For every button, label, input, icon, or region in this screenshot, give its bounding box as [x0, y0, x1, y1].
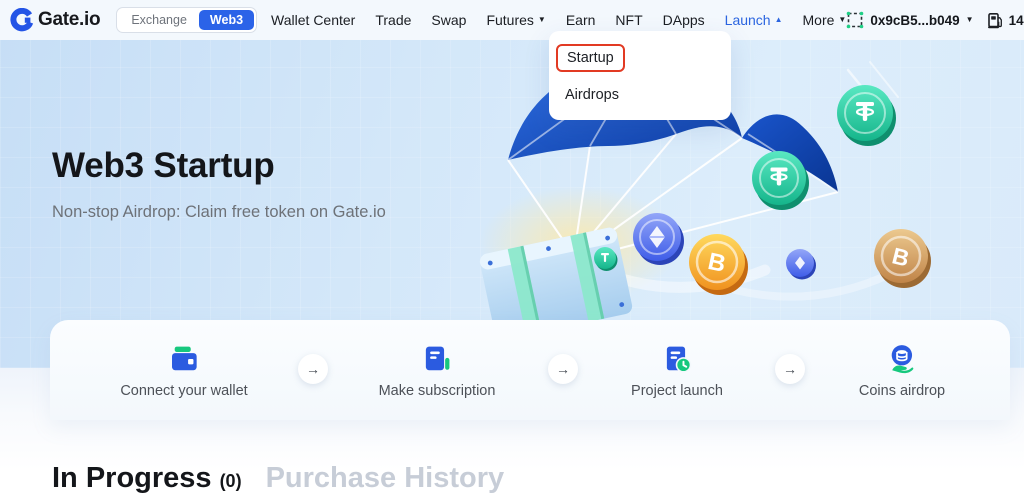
coins-airdrop-icon: [887, 344, 917, 374]
exchange-web3-toggle: Exchange Web3: [116, 7, 257, 33]
logo-text: Gate.io: [38, 9, 100, 31]
caret-down-icon: ▼: [966, 16, 974, 24]
in-progress-count: (0): [220, 471, 242, 495]
nav-dapps[interactable]: DApps: [663, 12, 705, 28]
wallet-address: 0x9cB5...b049: [870, 13, 959, 28]
nav-earn[interactable]: Earn: [566, 12, 596, 28]
step-coins-airdrop: Coins airdrop: [859, 344, 945, 399]
step-label: Project launch: [631, 383, 723, 399]
menu-item-startup[interactable]: Startup: [556, 44, 625, 72]
step-connect-wallet: Connect your wallet: [120, 344, 247, 399]
nav-swap[interactable]: Swap: [431, 12, 466, 28]
main-nav: Wallet Center Trade Swap Futures▼ Earn N…: [271, 12, 846, 28]
caret-down-icon: ▼: [538, 16, 546, 24]
how-it-works-card: Connect your wallet → Make subscription …: [50, 320, 1010, 420]
page-subtitle: Non-stop Airdrop: Claim free token on Ga…: [52, 203, 386, 222]
subscription-icon: [422, 344, 452, 374]
step-make-subscription: Make subscription: [379, 344, 496, 399]
wallet-address-menu[interactable]: 0x9cB5...b049 ▼: [846, 11, 973, 29]
arrow-right-icon: →: [548, 354, 578, 384]
step-label: Connect your wallet: [120, 383, 247, 399]
gate-logo-icon: [10, 8, 34, 32]
caret-up-icon: ▲: [775, 16, 783, 24]
nav-launch[interactable]: Launch▲: [725, 12, 783, 28]
tab-in-progress[interactable]: In Progress: [52, 462, 212, 495]
nav-wallet-center[interactable]: Wallet Center: [271, 12, 355, 28]
toggle-web3[interactable]: Web3: [199, 10, 254, 30]
step-label: Make subscription: [379, 383, 496, 399]
header-right-cluster: 0x9cB5...b049 ▼ 14.98 Gwei ▼: [846, 11, 1024, 29]
page-title: Web3 Startup: [52, 146, 275, 186]
nav-trade[interactable]: Trade: [375, 12, 411, 28]
wallet-icon: [169, 344, 199, 374]
gas-price-menu[interactable]: 14.98 Gwei ▼: [987, 11, 1024, 29]
menu-item-airdrops[interactable]: Airdrops: [565, 87, 717, 103]
wallet-avatar-icon: [846, 11, 864, 29]
toggle-exchange[interactable]: Exchange: [119, 10, 199, 30]
arrow-right-icon: →: [298, 354, 328, 384]
top-navigation-bar: Gate.io Exchange Web3 Wallet Center Trad…: [0, 0, 1024, 40]
project-list-tabs: In Progress (0) Purchase History: [52, 462, 504, 495]
nav-more[interactable]: More▼: [803, 12, 847, 28]
step-label: Coins airdrop: [859, 383, 945, 399]
gate-logo[interactable]: Gate.io: [10, 8, 100, 32]
step-project-launch: Project launch: [631, 344, 723, 399]
caret-down-icon: ▼: [838, 16, 846, 24]
tab-purchase-history[interactable]: Purchase History: [266, 462, 505, 495]
project-launch-icon: [662, 344, 692, 374]
nav-futures[interactable]: Futures▼: [486, 12, 545, 28]
launch-dropdown-menu: Startup Airdrops: [549, 31, 731, 120]
gas-pump-icon: [987, 11, 1003, 29]
nav-nft[interactable]: NFT: [615, 12, 642, 28]
arrow-right-icon: →: [775, 354, 805, 384]
gas-value: 14.98: [1009, 13, 1024, 28]
